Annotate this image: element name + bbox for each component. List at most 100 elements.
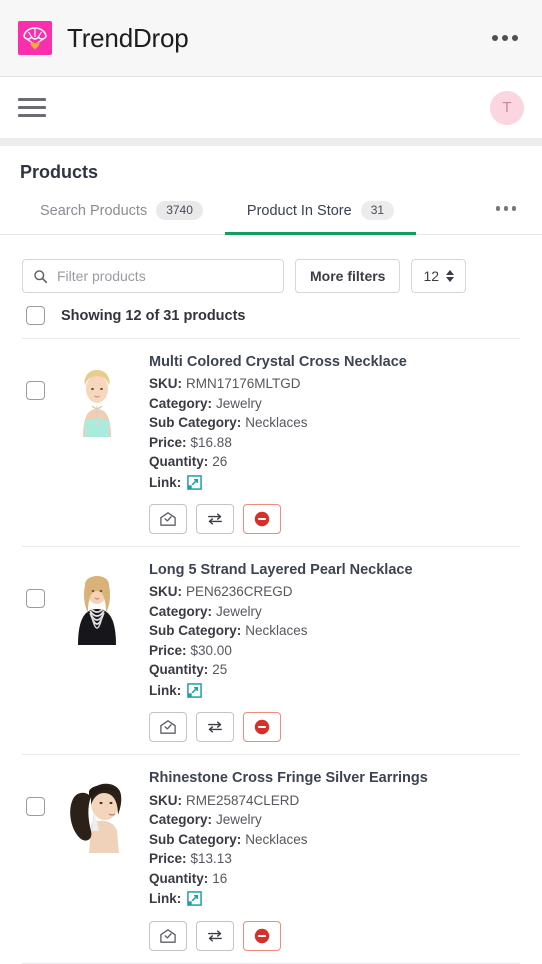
tab-search-products[interactable]: Search Products 3740 (18, 193, 225, 235)
price-label: Price: (149, 642, 187, 658)
product-sku: SKU: RME25874CLERD (149, 791, 520, 811)
product-link-row: Link: (149, 681, 520, 701)
hamburger-menu-icon[interactable] (18, 94, 46, 121)
price-label: Price: (149, 434, 187, 450)
product-link-row: Link: (149, 473, 520, 493)
page-size-value: 12 (423, 268, 440, 285)
dot (492, 35, 498, 41)
select-all-checkbox[interactable] (26, 306, 45, 326)
remove-circle-icon-button[interactable] (243, 504, 281, 535)
showing-row: Showing 12 of 31 products (0, 293, 542, 338)
store-check-icon-button[interactable] (149, 920, 187, 951)
product-row: Multi Colored Crystal Cross Necklace SKU… (22, 338, 520, 546)
store-check-icon (160, 512, 176, 527)
product-thumbnail (61, 769, 133, 854)
store-check-icon-button[interactable] (149, 712, 187, 743)
avatar[interactable]: T (490, 90, 524, 125)
sub-category-value: Necklaces (245, 415, 308, 431)
overflow-menu-icon[interactable] (486, 27, 524, 49)
remove-circle-icon-button[interactable] (243, 920, 281, 951)
sku-label: SKU: (149, 584, 182, 600)
product-select-checkbox[interactable] (26, 589, 45, 609)
quantity-value: 26 (212, 454, 228, 470)
quantity-value: 25 (212, 662, 228, 678)
transfer-arrows-icon (208, 929, 222, 942)
dot (502, 35, 508, 41)
nav-bar: T (0, 77, 542, 139)
product-select-checkbox[interactable] (26, 381, 45, 401)
product-row: Rhinestone Cross Fringe Silver Earrings … (22, 754, 520, 962)
transfer-arrows-icon-button[interactable] (196, 504, 234, 535)
stepper-icon (446, 270, 455, 283)
link-label: Link: (149, 891, 182, 907)
sub-category-value: Necklaces (245, 623, 308, 639)
store-check-icon (160, 928, 176, 943)
product-sku: SKU: PEN6236CREGD (149, 582, 520, 602)
transfer-arrows-icon-button[interactable] (196, 712, 234, 743)
category-label: Category: (149, 395, 213, 411)
tab-label: Search Products (40, 202, 148, 219)
app-bar: TrendDrop (0, 0, 542, 77)
quantity-label: Quantity: (149, 454, 209, 470)
more-filters-button[interactable]: More filters (295, 259, 401, 294)
filters-toolbar: More filters 12 (0, 235, 542, 294)
search-icon (34, 269, 48, 283)
product-thumbnail (61, 561, 133, 646)
category-value: Jewelry (216, 812, 262, 828)
page-title: Products (20, 162, 99, 182)
price-label: Price: (149, 851, 187, 867)
product-title: Rhinestone Cross Fringe Silver Earrings (149, 770, 428, 787)
dot (503, 206, 508, 211)
sku-value: RME25874CLERD (186, 792, 300, 808)
product-select-checkbox[interactable] (26, 797, 45, 817)
category-label: Category: (149, 812, 213, 828)
sub-category-label: Sub Category: (149, 415, 242, 431)
dot (511, 206, 516, 211)
dot (495, 206, 500, 211)
showing-count-text: Showing 12 of 31 products (61, 307, 246, 324)
remove-circle-icon (254, 512, 270, 527)
product-sub-category: Sub Category: Necklaces (149, 621, 520, 641)
page-size-stepper[interactable]: 12 (411, 259, 467, 294)
bar (18, 114, 46, 117)
category-value: Jewelry (216, 395, 262, 411)
product-title: Multi Colored Crystal Cross Necklace (149, 354, 407, 371)
product-row: Long 5 Strand Layered Pearl Necklace SKU… (22, 546, 520, 754)
tab-count-badge: 3740 (156, 201, 203, 221)
product-quantity: Quantity: 26 (149, 452, 520, 472)
transfer-arrows-icon-button[interactable] (196, 920, 234, 951)
external-link-icon[interactable] (187, 683, 203, 698)
bar (18, 98, 46, 101)
tab-count-badge: 31 (360, 201, 395, 221)
sku-value: RMN17176MLTGD (186, 376, 301, 392)
product-list: Multi Colored Crystal Cross Necklace SKU… (0, 338, 542, 962)
sub-category-label: Sub Category: (149, 831, 242, 847)
product-quantity: Quantity: 25 (149, 660, 520, 680)
section-divider (0, 139, 542, 146)
list-bottom-divider (22, 962, 520, 964)
transfer-arrows-icon (208, 721, 222, 734)
remove-circle-icon-button[interactable] (243, 712, 281, 743)
remove-circle-icon (254, 720, 270, 735)
product-actions (149, 920, 520, 951)
quantity-label: Quantity: (149, 870, 209, 886)
tab-bar: Search Products 3740 Product In Store 31 (0, 193, 542, 236)
product-thumbnail (61, 353, 133, 438)
external-link-icon[interactable] (187, 475, 203, 490)
tabs-overflow-icon[interactable] (488, 193, 525, 234)
product-sub-category: Sub Category: Necklaces (149, 830, 520, 850)
search-input[interactable] (57, 268, 273, 285)
tab-product-in-store[interactable]: Product In Store 31 (224, 193, 417, 236)
external-link-icon[interactable] (187, 891, 203, 907)
product-sku: SKU: RMN17176MLTGD (149, 374, 520, 394)
link-label: Link: (149, 474, 182, 490)
store-check-icon-button[interactable] (149, 504, 187, 535)
price-value: $13.13 (190, 851, 232, 867)
product-info: Multi Colored Crystal Cross Necklace SKU… (149, 353, 520, 535)
chevron-down-icon (446, 277, 455, 283)
filter-products-search-box[interactable] (22, 259, 284, 294)
product-link-row: Link: (149, 889, 520, 909)
tab-label: Product In Store (246, 202, 352, 219)
transfer-arrows-icon (208, 513, 222, 525)
dot (512, 35, 518, 41)
